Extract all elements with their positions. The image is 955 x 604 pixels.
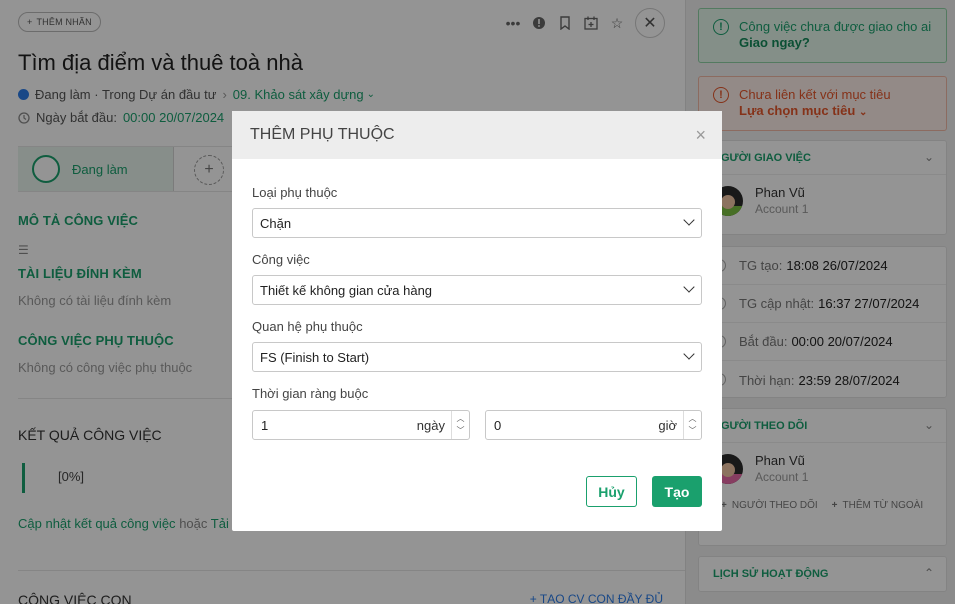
hours-unit: giờ bbox=[658, 418, 677, 433]
dependency-type-label: Loại phụ thuộc bbox=[252, 185, 338, 200]
dialog-header: THÊM PHỤ THUỘC × bbox=[232, 111, 722, 159]
add-dependency-dialog: THÊM PHỤ THUỘC × Loại phụ thuộc Chặn Côn… bbox=[232, 111, 722, 531]
days-spinner[interactable]: ︿ ﹀ bbox=[451, 411, 469, 439]
dialog-title: THÊM PHỤ THUỘC bbox=[250, 126, 395, 143]
chevron-down-icon bbox=[683, 348, 695, 360]
chevron-down-icon[interactable]: ﹀ bbox=[689, 425, 697, 437]
relation-select[interactable]: FS (Finish to Start) bbox=[252, 342, 702, 372]
constraint-time-label: Thời gian ràng buộc bbox=[252, 386, 369, 401]
hours-stepper[interactable]: 0 giờ ︿ ﹀ bbox=[485, 410, 702, 440]
chevron-down-icon bbox=[683, 281, 695, 293]
dependency-type-value: Chặn bbox=[260, 215, 292, 231]
dependency-type-select[interactable]: Chặn bbox=[252, 208, 702, 238]
chevron-up-icon[interactable]: ︿ bbox=[457, 413, 465, 425]
task-select-value: Thiết kế không gian cửa hàng bbox=[260, 282, 433, 298]
close-icon[interactable]: × bbox=[695, 125, 706, 146]
create-button[interactable]: Tạo bbox=[652, 476, 702, 507]
relation-select-value: FS (Finish to Start) bbox=[260, 349, 370, 365]
cancel-button[interactable]: Hủy bbox=[586, 476, 637, 507]
days-unit: ngày bbox=[416, 418, 445, 433]
days-stepper[interactable]: 1 ngày ︿ ﹀ bbox=[252, 410, 470, 440]
relation-label: Quan hệ phụ thuộc bbox=[252, 319, 363, 334]
chevron-down-icon bbox=[683, 214, 695, 226]
chevron-down-icon[interactable]: ﹀ bbox=[457, 425, 465, 437]
days-value: 1 bbox=[261, 417, 269, 433]
hours-spinner[interactable]: ︿ ﹀ bbox=[683, 411, 701, 439]
task-detail-page: + THÊM NHÃN ••• ☆ ✕ Tìm địa điểm và thuê… bbox=[0, 0, 955, 604]
chevron-up-icon[interactable]: ︿ bbox=[689, 413, 697, 425]
hours-value: 0 bbox=[494, 417, 502, 433]
task-select[interactable]: Thiết kế không gian cửa hàng bbox=[252, 275, 702, 305]
task-label: Công việc bbox=[252, 252, 310, 267]
